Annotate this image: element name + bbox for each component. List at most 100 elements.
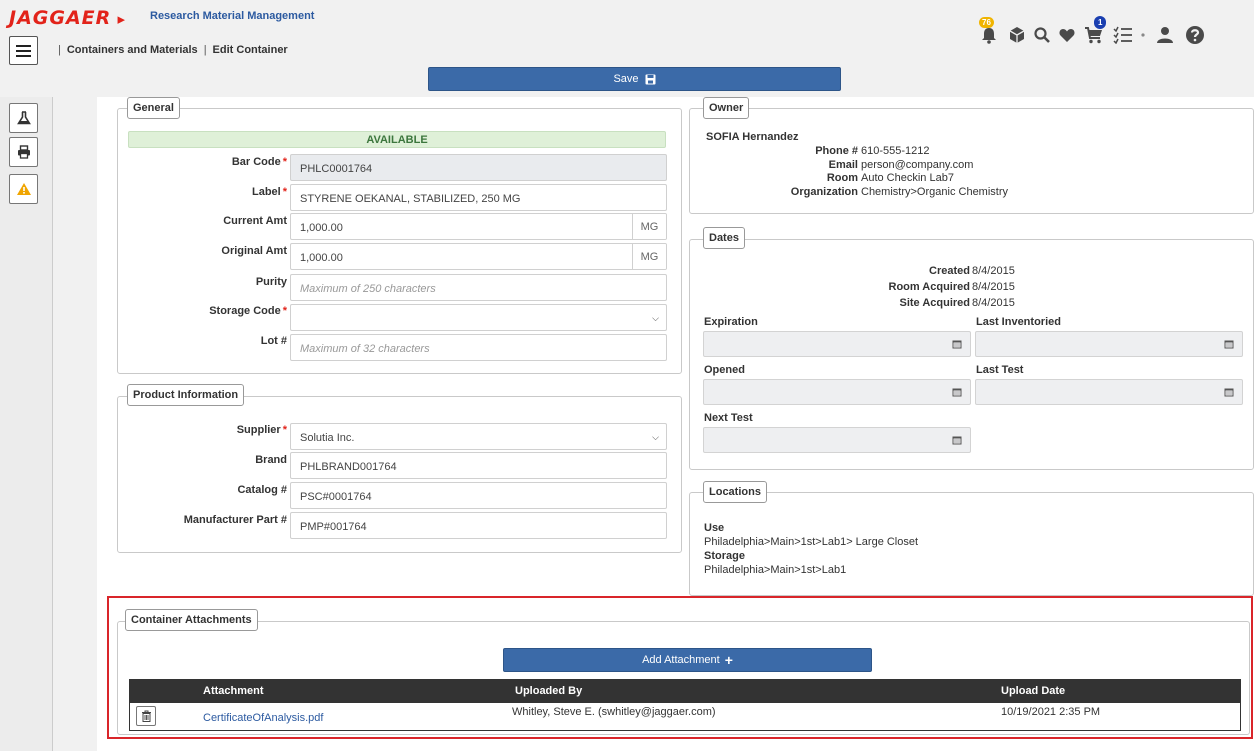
catalog-field[interactable]: PSC#0001764 [290, 482, 667, 509]
user-profile-icon[interactable] [1153, 24, 1177, 46]
locations-info: Use Philadelphia>Main>1st>Lab1> Large Cl… [704, 521, 918, 577]
storage-location: Philadelphia>Main>1st>Lab1 [704, 564, 847, 576]
add-attachment-button[interactable]: Add Attachment + [503, 648, 872, 672]
calendar-icon[interactable] [944, 380, 970, 404]
breadcrumb-separator: | [203, 44, 207, 56]
cart-icon[interactable]: 1 [1082, 16, 1107, 46]
purity-label: Purity [255, 276, 287, 288]
calendar-icon[interactable] [1216, 332, 1242, 356]
last-inventoried-date-field[interactable] [975, 331, 1243, 357]
expiration-label: Expiration [704, 316, 758, 328]
brand-label: Brand [255, 454, 287, 466]
phone-label: Phone # [815, 145, 858, 157]
delete-attachment-button[interactable] [136, 706, 156, 726]
save-label: Save [613, 73, 639, 85]
calendar-icon[interactable] [1216, 380, 1242, 404]
room-label: Room [826, 172, 858, 184]
dates-legend: Dates [703, 227, 745, 249]
status-badge: AVAILABLE [128, 131, 666, 148]
floppy-disk-icon [645, 74, 656, 84]
original-amt-field[interactable]: 1,000.00 MG [290, 243, 667, 270]
alerts-bell-icon[interactable]: 76 [977, 17, 1001, 46]
uploaded-by-cell: Whitley, Steve E. (swhitley@jaggaer.com) [512, 706, 716, 718]
last-test-date-field[interactable] [975, 379, 1243, 405]
owner-values: 610-555-1212 person@company.com Auto Che… [861, 145, 1008, 199]
catalog-label: Catalog # [237, 484, 287, 496]
breadcrumb-containers[interactable]: Containers and Materials [67, 44, 198, 56]
purity-field[interactable]: Maximum of 250 characters [290, 274, 667, 301]
product-info-legend: Product Information [127, 384, 245, 406]
lot-field[interactable]: Maximum of 32 characters [290, 334, 667, 361]
plus-icon: + [724, 652, 733, 668]
organization-label: Organization [790, 185, 858, 198]
use-label: Use [704, 522, 725, 534]
last-inventoried-label: Last Inventoried [976, 316, 1061, 328]
help-icon[interactable] [1183, 24, 1207, 46]
next-test-label: Next Test [704, 412, 753, 424]
storage-label: Storage [704, 550, 745, 562]
created-label: Created [929, 265, 970, 277]
column-header-uploaded-by[interactable]: Uploaded By [515, 685, 582, 697]
current-amt-unit: MG [632, 214, 666, 239]
chevron-down-icon: ⌵ [652, 432, 659, 442]
supplier-label: Supplier * [236, 424, 287, 436]
original-amt-unit: MG [632, 244, 666, 269]
dot-separator-icon [1138, 24, 1148, 46]
phone-value: 610-555-1212 [861, 145, 930, 157]
hazard-warning-button[interactable] [9, 174, 38, 204]
column-header-upload-date[interactable]: Upload Date [1001, 685, 1065, 697]
logo-arrow-icon: ▸ [111, 10, 127, 28]
opened-date-field[interactable] [703, 379, 971, 405]
breadcrumb: | Containers and Materials | Edit Container [52, 44, 288, 56]
storage-code-select[interactable]: ⌵ [290, 304, 667, 331]
email-label: Email [828, 158, 858, 171]
label-field[interactable]: STYRENE OEKANAL, STABILIZED, 250 MG [290, 184, 667, 211]
checklist-icon[interactable] [1111, 24, 1135, 46]
next-test-date-field[interactable] [703, 427, 971, 453]
print-button[interactable] [9, 137, 38, 167]
site-acquired-label: Site Acquired [899, 297, 971, 309]
chevron-down-icon: ⌵ [652, 313, 659, 323]
flask-button[interactable] [9, 103, 38, 133]
cart-count-badge: 1 [1094, 16, 1107, 29]
expiration-date-field[interactable] [703, 331, 971, 357]
manufacturer-part-label: Manufacturer Part # [183, 514, 287, 526]
owner-labels: Phone # Email Room Organization [706, 145, 858, 199]
calendar-icon[interactable] [944, 332, 970, 356]
bar-code-label: Bar Code * [231, 156, 287, 168]
alerts-count-badge: 76 [979, 17, 994, 28]
save-button[interactable]: Save [428, 67, 841, 91]
current-amt-field[interactable]: 1,000.00 MG [290, 213, 667, 240]
package-icon[interactable] [1006, 24, 1028, 46]
supplier-select[interactable]: Solutia Inc. ⌵ [290, 423, 667, 450]
label-label: Label * [251, 186, 287, 198]
hamburger-menu-button[interactable] [9, 36, 38, 65]
current-amt-value: 1,000.00 [300, 222, 343, 234]
created-value: 8/4/2015 [972, 265, 1015, 277]
organization-value: Chemistry>Organic Chemistry [861, 185, 1009, 198]
attachment-file-name[interactable]: CertificateOfAnalysis.pdf [203, 712, 323, 724]
attachment-file-link[interactable]: CertificateOfAnalysis.pdf [203, 712, 323, 724]
trash-icon [141, 710, 151, 722]
favorites-heart-icon[interactable] [1056, 24, 1078, 46]
column-header-attachment[interactable]: Attachment [203, 685, 264, 697]
room-acquired-label: Room Acquired [888, 281, 971, 293]
use-location: Philadelphia>Main>1st>Lab1> Large Closet [704, 536, 919, 548]
storage-code-label: Storage Code * [209, 305, 287, 317]
original-amt-label: Original Amt [221, 245, 287, 257]
last-test-label: Last Test [976, 364, 1024, 376]
bar-code-field: PHLC0001764 [290, 154, 667, 181]
locations-legend: Locations [703, 481, 767, 503]
brand-field[interactable]: PHLBRAND001764 [290, 452, 667, 479]
search-icon[interactable] [1031, 24, 1053, 46]
logo-text: JAGGAER [9, 7, 112, 29]
room-value: Auto Checkin Lab7 [861, 172, 954, 184]
email-value: person@company.com [861, 158, 974, 171]
dates-values: 8/4/2015 8/4/2015 8/4/2015 [972, 263, 1015, 311]
manufacturer-part-field[interactable]: PMP#001764 [290, 512, 667, 539]
table-header: Attachment Uploaded By Upload Date [129, 679, 1241, 703]
table-row: CertificateOfAnalysis.pdf Whitley, Steve… [129, 703, 1241, 731]
calendar-icon[interactable] [944, 428, 970, 452]
jaggaer-logo[interactable]: JAGGAER ▸ [9, 7, 126, 29]
owner-name: SOFIA Hernandez [706, 131, 799, 143]
